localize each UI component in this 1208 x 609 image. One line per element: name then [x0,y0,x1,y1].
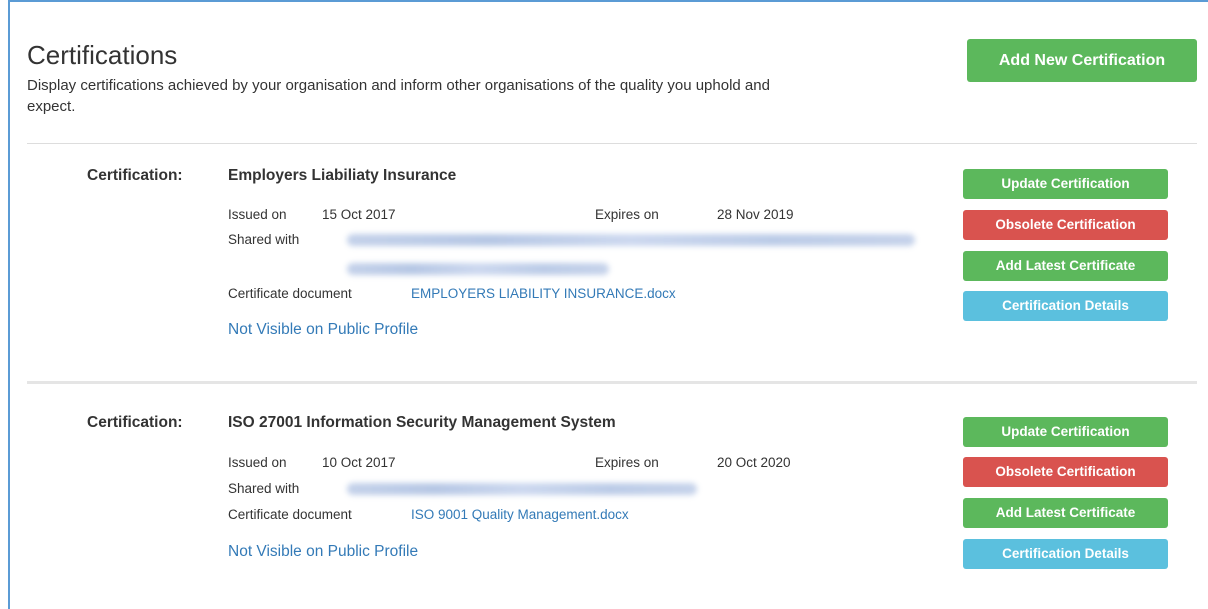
page-subtitle: Display certifications achieved by your … [27,77,770,115]
certification-label: Certification: [87,414,183,431]
certification-name: ISO 27001 Information Security Managemen… [228,414,616,431]
section-divider [27,381,1197,384]
obsolete-certification-button[interactable]: Obsolete Certification [963,457,1168,487]
certificate-document-link[interactable]: ISO 9001 Quality Management.docx [411,507,629,522]
add-latest-certificate-button[interactable]: Add Latest Certificate [963,498,1168,528]
expires-on-value: 28 Nov 2019 [717,207,794,222]
shared-with-label: Shared with [228,232,300,247]
expires-on-label: Expires on [595,207,659,222]
obsolete-certification-button[interactable]: Obsolete Certification [963,210,1168,240]
issued-on-label: Issued on [228,207,287,222]
expires-on-value: 20 Oct 2020 [717,455,791,470]
public-profile-visibility-link[interactable]: Not Visible on Public Profile [228,321,418,339]
certificate-document-link[interactable]: EMPLOYERS LIABILITY INSURANCE.docx [411,286,676,301]
add-latest-certificate-button[interactable]: Add Latest Certificate [963,251,1168,281]
header-divider [27,143,1197,144]
certification-details-button[interactable]: Certification Details [963,539,1168,569]
certification-label: Certification: [87,167,183,184]
shared-with-label: Shared with [228,481,300,496]
public-profile-visibility-link[interactable]: Not Visible on Public Profile [228,543,418,561]
certification-name: Employers Liabiliaty Insurance [228,167,457,184]
expires-on-label: Expires on [595,455,659,470]
issued-on-value: 10 Oct 2017 [322,455,396,470]
update-certification-button[interactable]: Update Certification [963,417,1168,447]
page-title: Certifications [27,40,178,70]
add-new-certification-button[interactable]: Add New Certification [967,39,1197,82]
certificate-document-label: Certificate document [228,286,352,301]
issued-on-value: 15 Oct 2017 [322,207,396,222]
certificate-document-label: Certificate document [228,507,352,522]
issued-on-label: Issued on [228,455,287,470]
certification-details-button[interactable]: Certification Details [963,291,1168,321]
update-certification-button[interactable]: Update Certification [963,169,1168,199]
